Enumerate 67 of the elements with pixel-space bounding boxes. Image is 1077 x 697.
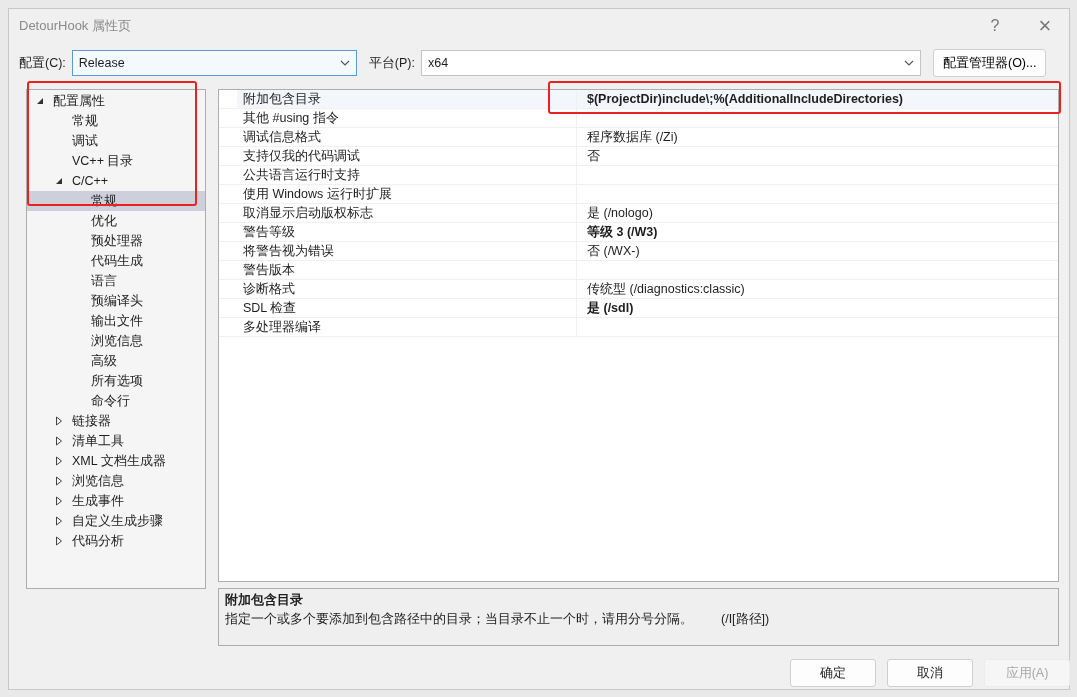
tree-item[interactable]: 语言	[91, 272, 117, 290]
platform-dropdown[interactable]: x64	[420, 50, 921, 76]
description-title: 附加包含目录	[225, 592, 304, 609]
property-name[interactable]: 支持仅我的代码调试	[237, 147, 577, 165]
property-name[interactable]: 附加包含目录	[237, 90, 577, 108]
window-title: DetourHook 属性页	[19, 17, 132, 35]
expanded-arrow-icon[interactable]	[35, 96, 45, 106]
dropdown-caret-icon	[903, 60, 914, 66]
collapsed-arrow-icon[interactable]	[54, 476, 64, 486]
tree-item[interactable]: VC++ 目录	[72, 152, 134, 170]
tree-item[interactable]: 浏览信息	[72, 472, 124, 490]
tree-item[interactable]: 代码分析	[72, 532, 124, 550]
property-value[interactable]: 否 (/WX-)	[577, 242, 1058, 260]
property-value[interactable]: 是 (/nologo)	[577, 204, 1058, 222]
description-text: 指定一个或多个要添加到包含路径中的目录；当目录不止一个时，请用分号分隔。	[225, 611, 693, 628]
property-name[interactable]: 将警告视为错误	[237, 242, 577, 260]
property-name[interactable]: 多处理器编译	[237, 318, 577, 336]
tree-item[interactable]: 常规	[72, 112, 98, 130]
tree-item[interactable]: 生成事件	[72, 492, 124, 510]
collapsed-arrow-icon[interactable]	[54, 436, 64, 446]
property-value[interactable]: 程序数据库 (/Zi)	[577, 128, 1058, 146]
tree-item[interactable]: 预处理器	[91, 232, 143, 250]
collapsed-arrow-icon[interactable]	[54, 416, 64, 426]
tree-item[interactable]: 高级	[91, 352, 117, 370]
collapsed-arrow-icon[interactable]	[54, 516, 64, 526]
dialog-button[interactable]: 确定	[790, 659, 876, 687]
tree-item[interactable]: 浏览信息	[91, 332, 143, 350]
property-name[interactable]: 诊断格式	[237, 280, 577, 298]
help-button[interactable]: ?	[981, 17, 1009, 35]
tree-item[interactable]: 输出文件	[91, 312, 143, 330]
tree-item[interactable]: C/C++	[72, 174, 109, 188]
tree-item[interactable]: 所有选项	[91, 372, 143, 390]
property-name[interactable]: 警告等级	[237, 223, 577, 241]
command-line-option-text: (/I[路径])	[721, 611, 770, 628]
tree-item[interactable]: 链接器	[72, 412, 111, 430]
property-name[interactable]: SDL 检查	[237, 299, 577, 317]
dropdown-caret-icon	[339, 60, 350, 66]
tree-item[interactable]: 预编译头	[91, 292, 143, 310]
collapsed-arrow-icon[interactable]	[54, 456, 64, 466]
close-button[interactable]: ×	[1031, 13, 1059, 39]
property-value[interactable]: 等级 3 (/W3)	[577, 223, 1058, 241]
property-value[interactable]: 否	[577, 147, 1058, 165]
property-name[interactable]: 使用 Windows 运行时扩展	[237, 185, 577, 203]
tree-item[interactable]: 清单工具	[72, 432, 124, 450]
property-name[interactable]: 调试信息格式	[237, 128, 577, 146]
platform-label: 平台(P):	[368, 54, 415, 72]
config-dropdown[interactable]: Release	[71, 50, 357, 76]
tree-item[interactable]: 调试	[72, 132, 98, 150]
property-name[interactable]: 公共语言运行时支持	[237, 166, 577, 184]
config-label: 配置(C):	[19, 54, 66, 72]
expanded-arrow-icon[interactable]	[54, 176, 64, 186]
tree-item[interactable]: 代码生成	[91, 252, 143, 270]
tree-item[interactable]: 配置属性	[53, 92, 105, 110]
property-value[interactable]: 传统型 (/diagnostics:classic)	[577, 280, 1058, 298]
property-value[interactable]: 是 (/sdl)	[577, 299, 1058, 317]
property-name[interactable]: 其他 #using 指令	[237, 109, 577, 127]
collapsed-arrow-icon[interactable]	[54, 496, 64, 506]
tree-item[interactable]: XML 文档生成器	[72, 452, 166, 470]
tree-item[interactable]: 自定义生成步骤	[72, 512, 163, 530]
tree-item[interactable]: 优化	[91, 212, 117, 230]
collapsed-arrow-icon[interactable]	[54, 536, 64, 546]
config-manager-button[interactable]: 配置管理器(O)...	[932, 49, 1047, 77]
tree-item[interactable]: 命令行	[91, 392, 130, 410]
property-name[interactable]: 取消显示启动版权标志	[237, 204, 577, 222]
dialog-button[interactable]: 取消	[887, 659, 973, 687]
property-name[interactable]: 警告版本	[237, 261, 577, 279]
property-value[interactable]: $(ProjectDir)include\;%(AdditionalIncludeDirectories)	[577, 90, 1058, 108]
